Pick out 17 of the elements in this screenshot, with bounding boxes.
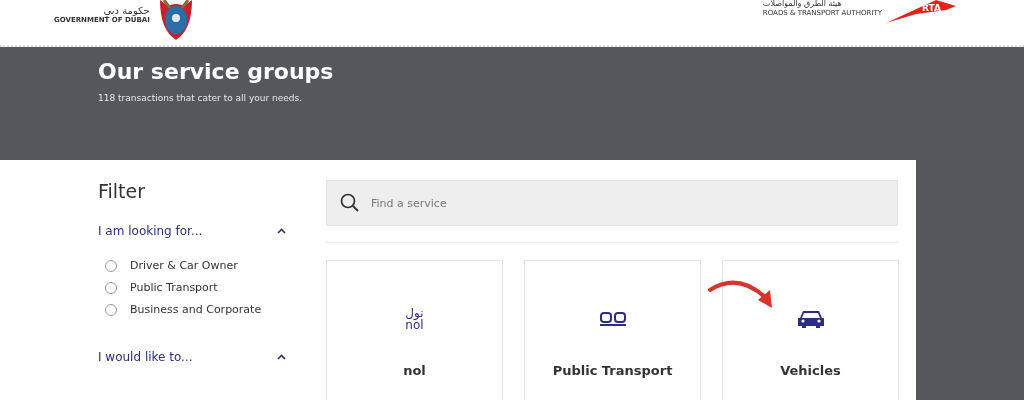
logo-arabic-text: هيئة الطرق والمواصلات (762, 0, 843, 9)
logo-arabic-text: حكومة دبي (103, 6, 150, 16)
card-title: Vehicles (780, 363, 841, 378)
service-card[interactable]: Vehicles (722, 260, 899, 400)
radio-option[interactable]: Business and Corporate (105, 303, 288, 316)
page-subtitle: 118 transactions that cater to all your needs. (98, 93, 303, 103)
filter-section-title[interactable]: I would like to... (98, 350, 193, 364)
radio-option[interactable]: Driver & Car Owner (105, 259, 288, 272)
filter-heading: Filter (98, 180, 146, 202)
card-title: Public Transport (552, 363, 673, 378)
logo-text: RTA (922, 3, 941, 13)
service-card[interactable]: Public Transport (524, 260, 701, 400)
card-title: nol (403, 363, 426, 378)
page-title: Our service groups (98, 59, 334, 84)
radio-option[interactable]: Public Transport (105, 281, 288, 294)
filter-section-title[interactable]: I am looking for... (98, 224, 203, 238)
search-field[interactable]: Find a service (326, 180, 898, 226)
